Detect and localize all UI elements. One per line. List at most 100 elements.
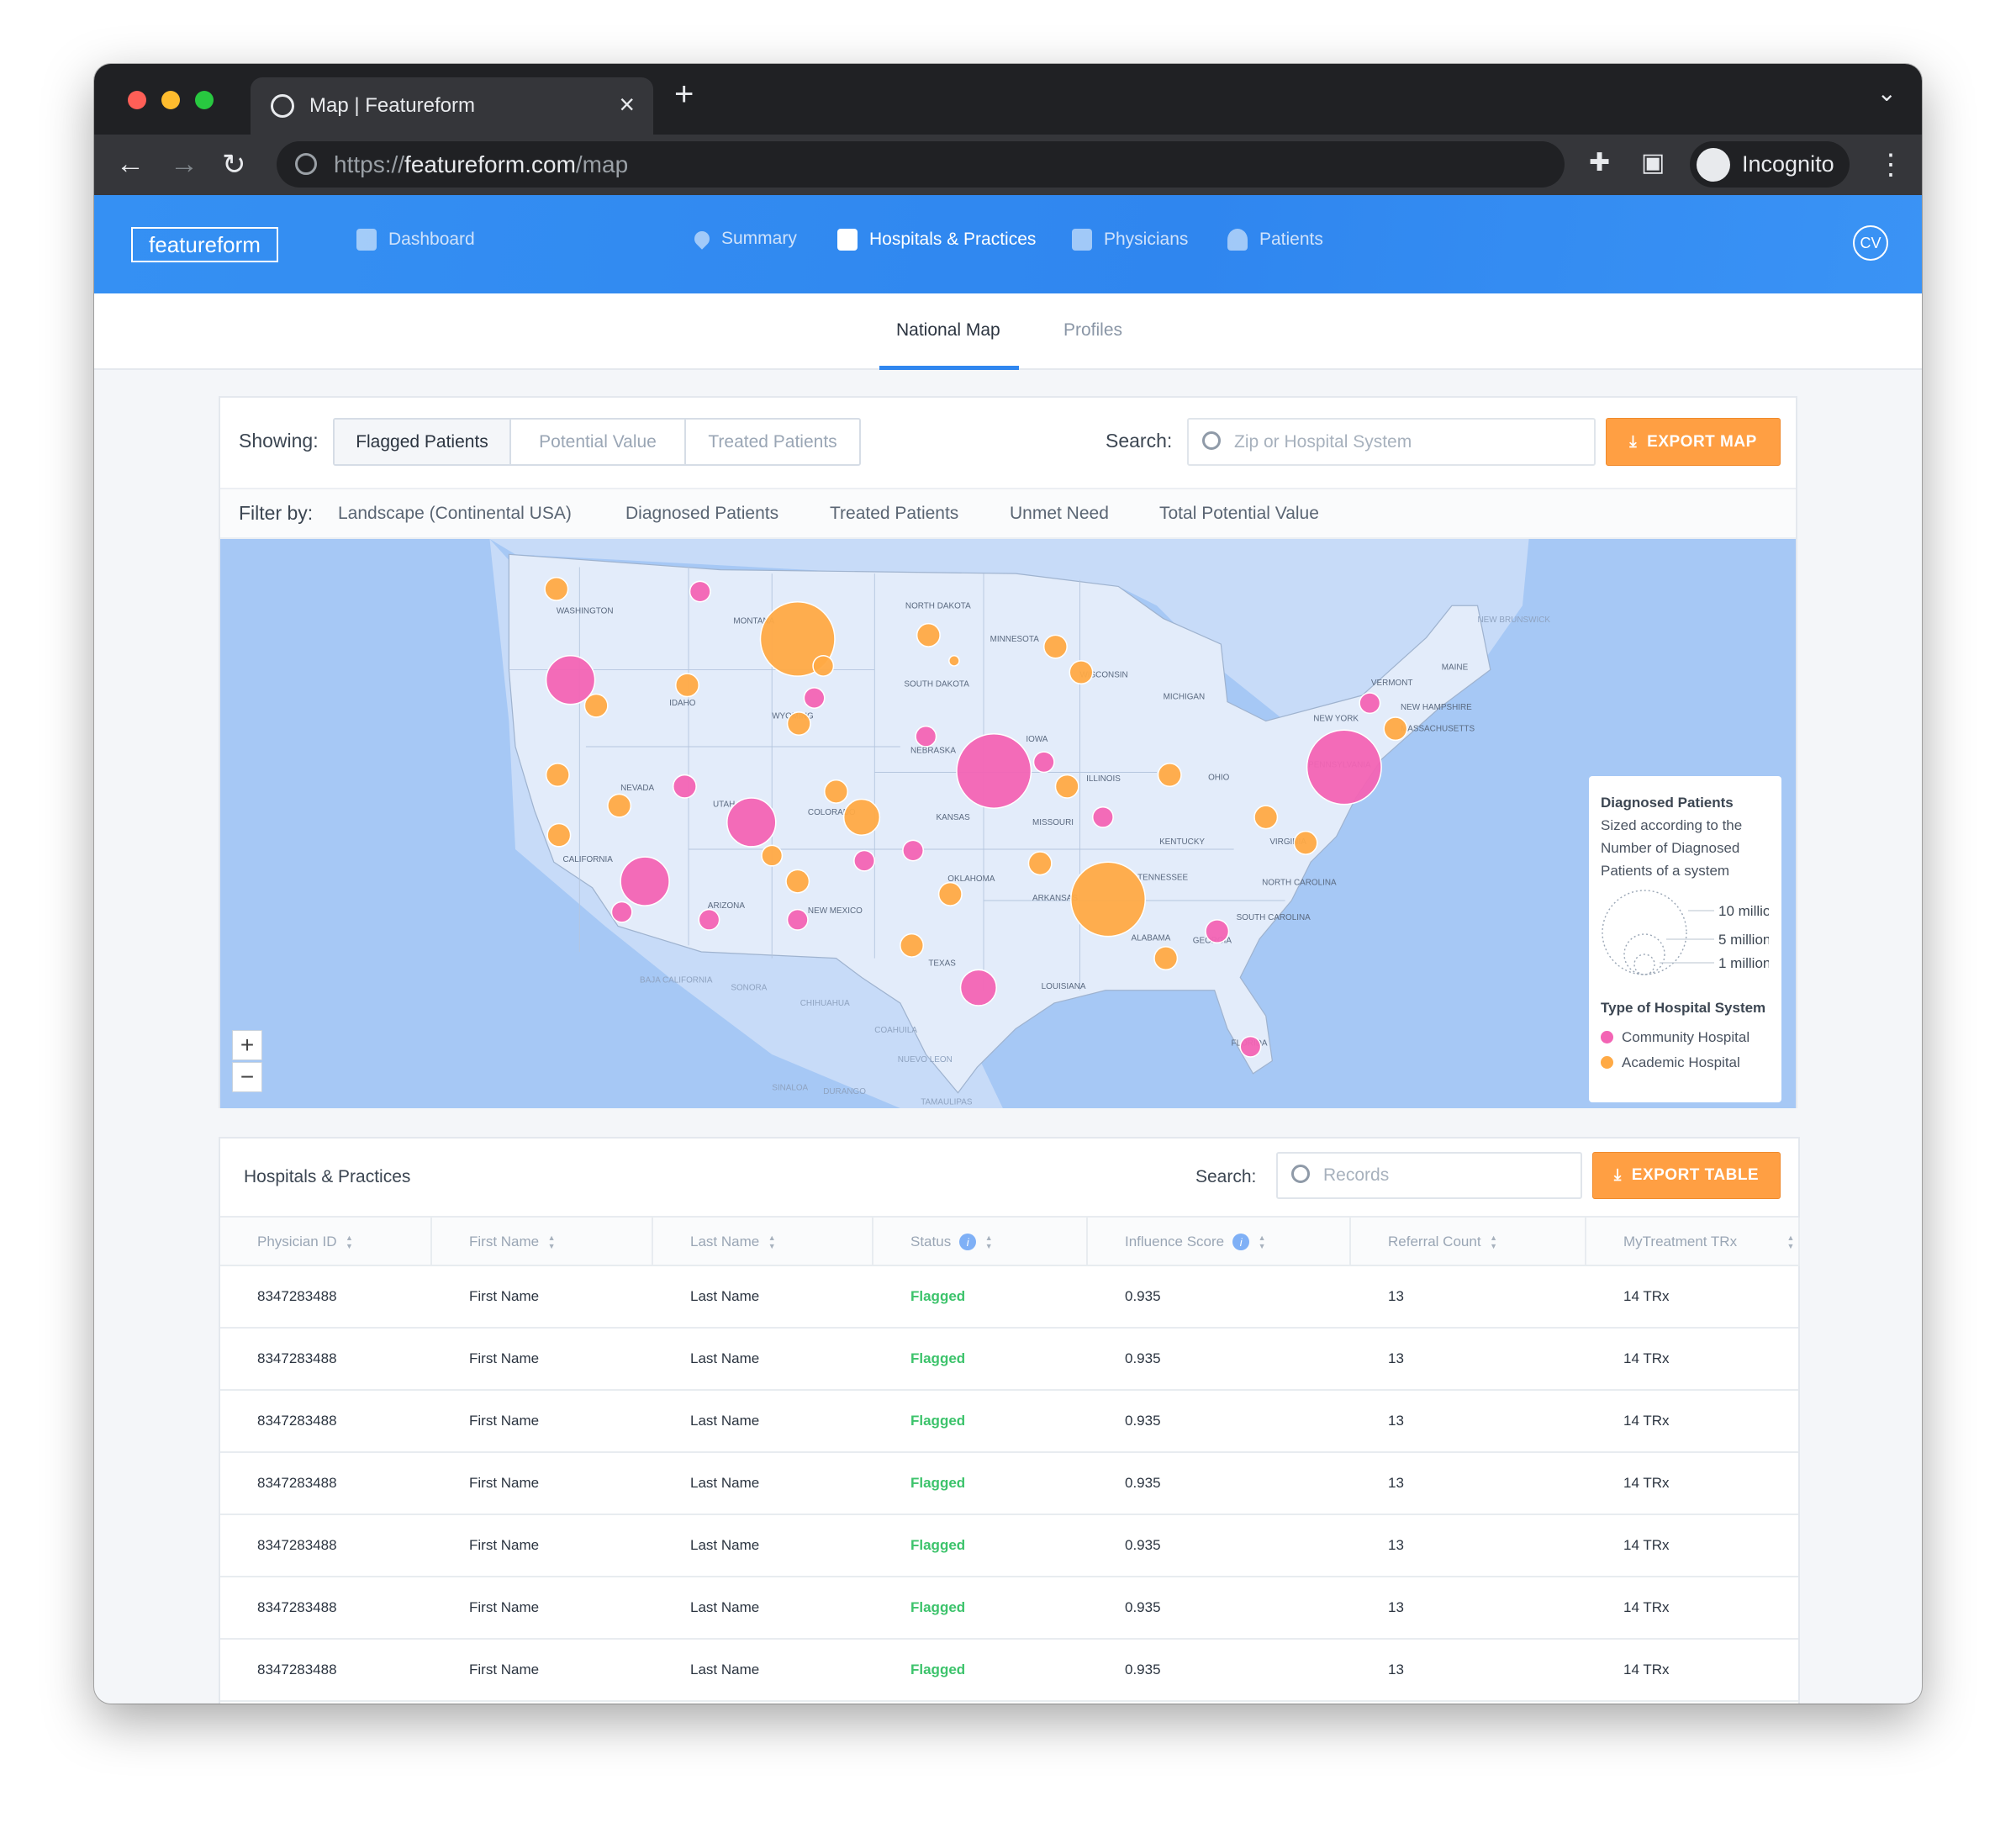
table-row[interactable]: 8347283488 First Name Last Name Flagged 0.93… bbox=[220, 1266, 1798, 1329]
tab-national-map[interactable]: National Map bbox=[896, 320, 1000, 341]
nav-physicians[interactable]: Physicians bbox=[1072, 229, 1188, 251]
column-header[interactable]: Last Name ▲▼ bbox=[653, 1218, 873, 1266]
community-hospital-bubble[interactable] bbox=[1091, 806, 1114, 828]
academic-hospital-bubble[interactable] bbox=[812, 654, 835, 677]
toggle-flagged-patients[interactable]: Flagged Patients bbox=[335, 420, 509, 464]
sort-icon[interactable]: ▲▼ bbox=[984, 1234, 993, 1250]
us-map[interactable]: WASHINGTONMONTANANORTH DAKOTAMINNESOTAWI… bbox=[220, 539, 1796, 1108]
community-hospital-bubble[interactable] bbox=[1032, 751, 1055, 774]
browser-tab[interactable]: Map | Featureform × bbox=[251, 77, 653, 135]
tab-profiles[interactable]: Profiles bbox=[1063, 320, 1122, 341]
academic-hospital-bubble[interactable] bbox=[842, 798, 881, 836]
avatar[interactable]: CV bbox=[1853, 225, 1888, 261]
academic-hospital-bubble[interactable] bbox=[785, 869, 810, 894]
tab-list-chevron-icon[interactable]: ⌄ bbox=[1877, 79, 1897, 107]
sort-icon[interactable]: ▲▼ bbox=[1490, 1234, 1498, 1250]
academic-hospital-bubble[interactable] bbox=[1253, 805, 1279, 830]
export-table-button[interactable]: ⤓ EXPORT TABLE bbox=[1592, 1152, 1781, 1199]
minimize-window-button[interactable] bbox=[161, 91, 180, 109]
info-icon[interactable]: i bbox=[959, 1234, 977, 1250]
filter-diagnosed-patients[interactable]: Diagnosed Patients bbox=[625, 504, 778, 524]
filter-treated-patients[interactable]: Treated Patients bbox=[830, 504, 958, 524]
academic-hospital-bubble[interactable] bbox=[824, 779, 849, 804]
academic-hospital-bubble[interactable] bbox=[948, 654, 960, 667]
academic-hospital-bubble[interactable] bbox=[937, 881, 963, 906]
table-row[interactable]: 8347283488 First Name Last Name Flagged 0.93… bbox=[220, 1391, 1798, 1453]
logo[interactable]: featureform bbox=[131, 227, 278, 262]
community-hospital-bubble[interactable] bbox=[853, 849, 876, 872]
academic-hospital-bubble[interactable] bbox=[545, 763, 570, 788]
column-header[interactable]: First Name ▲▼ bbox=[432, 1218, 653, 1266]
incognito-badge[interactable]: Incognito bbox=[1690, 141, 1850, 188]
table-row[interactable]: 8347283488 First Name Last Name Flagged 0.93… bbox=[220, 1577, 1798, 1640]
community-hospital-bubble[interactable] bbox=[956, 733, 1032, 809]
side-panel-icon[interactable]: ▣ bbox=[1641, 148, 1665, 177]
community-hospital-bubble[interactable] bbox=[786, 908, 809, 931]
close-tab-icon[interactable]: × bbox=[619, 89, 635, 120]
academic-hospital-bubble[interactable] bbox=[1054, 774, 1079, 799]
nav-patients[interactable]: Patients bbox=[1227, 229, 1323, 251]
community-hospital-bubble[interactable] bbox=[959, 969, 998, 1006]
forward-icon[interactable]: → bbox=[170, 148, 198, 181]
table-row[interactable]: 8347283488 First Name Last Name Flagged 0.93… bbox=[220, 1515, 1798, 1577]
community-hospital-bubble[interactable] bbox=[915, 725, 937, 748]
column-header[interactable]: Influence Score i ▲▼ bbox=[1088, 1218, 1351, 1266]
academic-hospital-bubble[interactable] bbox=[900, 932, 925, 958]
maximize-window-button[interactable] bbox=[195, 91, 214, 109]
academic-hospital-bubble[interactable] bbox=[1027, 851, 1053, 876]
academic-hospital-bubble[interactable] bbox=[607, 793, 632, 818]
community-hospital-bubble[interactable] bbox=[1205, 919, 1230, 944]
sort-icon[interactable]: ▲▼ bbox=[345, 1234, 353, 1250]
community-hospital-bubble[interactable] bbox=[1239, 1035, 1262, 1058]
table-search-input[interactable]: Records bbox=[1276, 1152, 1582, 1199]
column-header[interactable]: Physician ID ▲▼ bbox=[220, 1218, 432, 1266]
community-hospital-bubble[interactable] bbox=[1359, 692, 1381, 715]
community-hospital-bubble[interactable] bbox=[672, 774, 697, 799]
sort-icon[interactable]: ▲▼ bbox=[1786, 1234, 1795, 1250]
info-icon[interactable]: i bbox=[1232, 1234, 1250, 1250]
map-view[interactable]: WASHINGTON MONTANA NORTH DAKOTA MINNESOTA WI… bbox=[220, 539, 1796, 1108]
close-window-button[interactable] bbox=[128, 91, 146, 109]
academic-hospital-bubble[interactable] bbox=[1293, 830, 1318, 855]
sort-icon[interactable]: ▲▼ bbox=[1258, 1234, 1266, 1250]
academic-hospital-bubble[interactable] bbox=[1069, 660, 1094, 685]
community-hospital-bubble[interactable] bbox=[620, 856, 670, 906]
filter-unmet-need[interactable]: Unmet Need bbox=[1010, 504, 1109, 524]
community-hospital-bubble[interactable] bbox=[1306, 729, 1382, 806]
column-header[interactable]: MyTreatment TRx ▲▼ bbox=[1586, 1218, 1800, 1266]
filter-total-potential-value[interactable]: Total Potential Value bbox=[1159, 504, 1319, 524]
menu-kebab-icon[interactable]: ⋮ bbox=[1876, 148, 1905, 182]
address-bar[interactable]: https://featureform.com/map bbox=[277, 141, 1565, 188]
academic-hospital-bubble[interactable] bbox=[1042, 634, 1068, 659]
community-hospital-bubble[interactable] bbox=[610, 901, 633, 923]
sort-icon[interactable]: ▲▼ bbox=[768, 1234, 776, 1250]
site-info-icon[interactable] bbox=[295, 153, 317, 175]
extensions-icon[interactable]: ✚ bbox=[1589, 148, 1610, 177]
academic-hospital-bubble[interactable] bbox=[583, 693, 609, 718]
zoom-in-button[interactable]: + bbox=[232, 1030, 262, 1060]
academic-hospital-bubble[interactable] bbox=[786, 711, 811, 737]
academic-hospital-bubble[interactable] bbox=[544, 576, 569, 601]
new-tab-button[interactable]: + bbox=[674, 76, 694, 114]
column-header[interactable]: Referral Count ▲▼ bbox=[1351, 1218, 1586, 1266]
academic-hospital-bubble[interactable] bbox=[761, 844, 784, 867]
table-row[interactable]: 8347283488 First Name Last Name Flagged 0.93… bbox=[220, 1329, 1798, 1391]
toggle-treated-patients[interactable]: Treated Patients bbox=[684, 420, 859, 464]
export-map-button[interactable]: ⤓ EXPORT MAP bbox=[1606, 418, 1781, 466]
toggle-potential-value[interactable]: Potential Value bbox=[509, 420, 684, 464]
nav-summary[interactable]: Summary bbox=[691, 228, 797, 250]
back-icon[interactable]: ← bbox=[116, 148, 145, 181]
community-hospital-bubble[interactable] bbox=[698, 908, 720, 931]
filter-landscape[interactable]: Landscape (Continental USA) bbox=[338, 504, 572, 524]
table-row[interactable]: 8347283488 First Name Last Name Flagged 0.93… bbox=[220, 1453, 1798, 1515]
academic-hospital-bubble[interactable] bbox=[916, 622, 941, 647]
academic-hospital-bubble[interactable] bbox=[674, 673, 699, 698]
table-row[interactable]: 8347283488 First Name Last Name Flagged 0.93… bbox=[220, 1640, 1798, 1702]
academic-hospital-bubble[interactable] bbox=[1157, 763, 1182, 788]
nav-dashboard[interactable]: Dashboard bbox=[356, 229, 475, 251]
zoom-out-button[interactable]: − bbox=[232, 1062, 262, 1092]
community-hospital-bubble[interactable] bbox=[803, 687, 826, 710]
academic-hospital-bubble[interactable] bbox=[546, 822, 572, 848]
community-hospital-bubble[interactable] bbox=[726, 797, 777, 848]
academic-hospital-bubble[interactable] bbox=[1070, 861, 1147, 938]
